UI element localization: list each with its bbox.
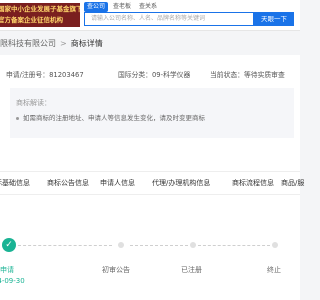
- step-pending-dot: [272, 242, 278, 248]
- tab-search-boss[interactable]: 查老板: [110, 2, 134, 12]
- step-connector: [130, 245, 188, 246]
- tab-goods-services[interactable]: 商品/服: [281, 178, 304, 188]
- search-button[interactable]: 天眼一下: [254, 12, 294, 26]
- brand-banner[interactable]: 国家中小企业发展子基金旗下 官方备案企业征信机构: [0, 3, 80, 27]
- breadcrumb-separator: >: [60, 38, 67, 48]
- check-icon: ✓: [2, 238, 16, 252]
- notice-text: 如需商标的注册地址、申请人等信息发生变化，请及时变更商标: [23, 114, 205, 122]
- notice-title: 商标解读：: [16, 99, 51, 107]
- search-box: [84, 12, 259, 26]
- step-pending-dot: [190, 242, 196, 248]
- search-type-tabs: 查公司 查老板 查关系: [84, 2, 160, 12]
- trademark-notice: 商标解读： 如需商标的注册地址、申请人等信息发生变化，请及时变更商标: [10, 88, 294, 138]
- bullet-icon: [16, 116, 19, 120]
- step-label-apply: 申请: [0, 266, 14, 274]
- step-pending-dot: [118, 242, 124, 248]
- trademark-info-row: 申请/注册号：81203467 国际分类：09-科学仪器 当前状态：等待实质审查: [0, 69, 300, 81]
- trademark-detail-card: 申请/注册号：81203467 国际分类：09-科学仪器 当前状态：等待实质审查…: [0, 55, 304, 300]
- step-label-preliminary: 初审公告: [102, 266, 130, 274]
- tab-applicant-info[interactable]: 申请人信息: [100, 178, 135, 188]
- notice-text-row: 如需商标的注册地址、申请人等信息发生变化，请及时变更商标: [16, 112, 205, 122]
- banner-line-2: 官方备案企业征信机构: [0, 16, 63, 24]
- registration-number: 申请/注册号：81203467: [6, 71, 84, 79]
- banner-line-1: 国家中小企业发展子基金旗下: [0, 5, 80, 13]
- tab-process-info[interactable]: 商标流程信息: [232, 178, 274, 188]
- international-class: 国际分类：09-科学仪器: [118, 71, 191, 79]
- detail-tabs: 商标基础信息 商标公告信息 申请人信息 代理/办理机构信息 商标流程信息 商品/…: [0, 171, 304, 195]
- step-connector: [198, 245, 270, 246]
- tab-agent-info[interactable]: 代理/办理机构信息: [152, 178, 210, 188]
- step-label-registered: 已注册: [181, 266, 202, 274]
- breadcrumb-current: 商标详情: [70, 38, 103, 48]
- tab-announcement-info[interactable]: 商标公告信息: [47, 178, 89, 188]
- search-input[interactable]: [85, 13, 259, 25]
- breadcrumb: 限科技有限公司 > 商标详情: [0, 36, 103, 50]
- tab-basic-info[interactable]: 商标基础信息: [0, 178, 30, 188]
- breadcrumb-company-link[interactable]: 限科技有限公司: [0, 38, 56, 49]
- trademark-process-steps: ✓ 申请 初审公告 已注册 终止 2024-09-30: [0, 235, 300, 295]
- top-bar: 国家中小企业发展子基金旗下 官方备案企业征信机构 查公司 查老板 查关系 天眼一…: [0, 0, 300, 31]
- current-status: 当前状态：等待实质审查: [210, 71, 285, 79]
- tab-search-company[interactable]: 查公司: [84, 2, 109, 12]
- step-label-terminated: 终止: [267, 266, 281, 274]
- tab-search-relation[interactable]: 查关系: [136, 2, 160, 12]
- step-date-apply: 2024-09-30: [0, 277, 25, 285]
- step-connector: [18, 245, 112, 246]
